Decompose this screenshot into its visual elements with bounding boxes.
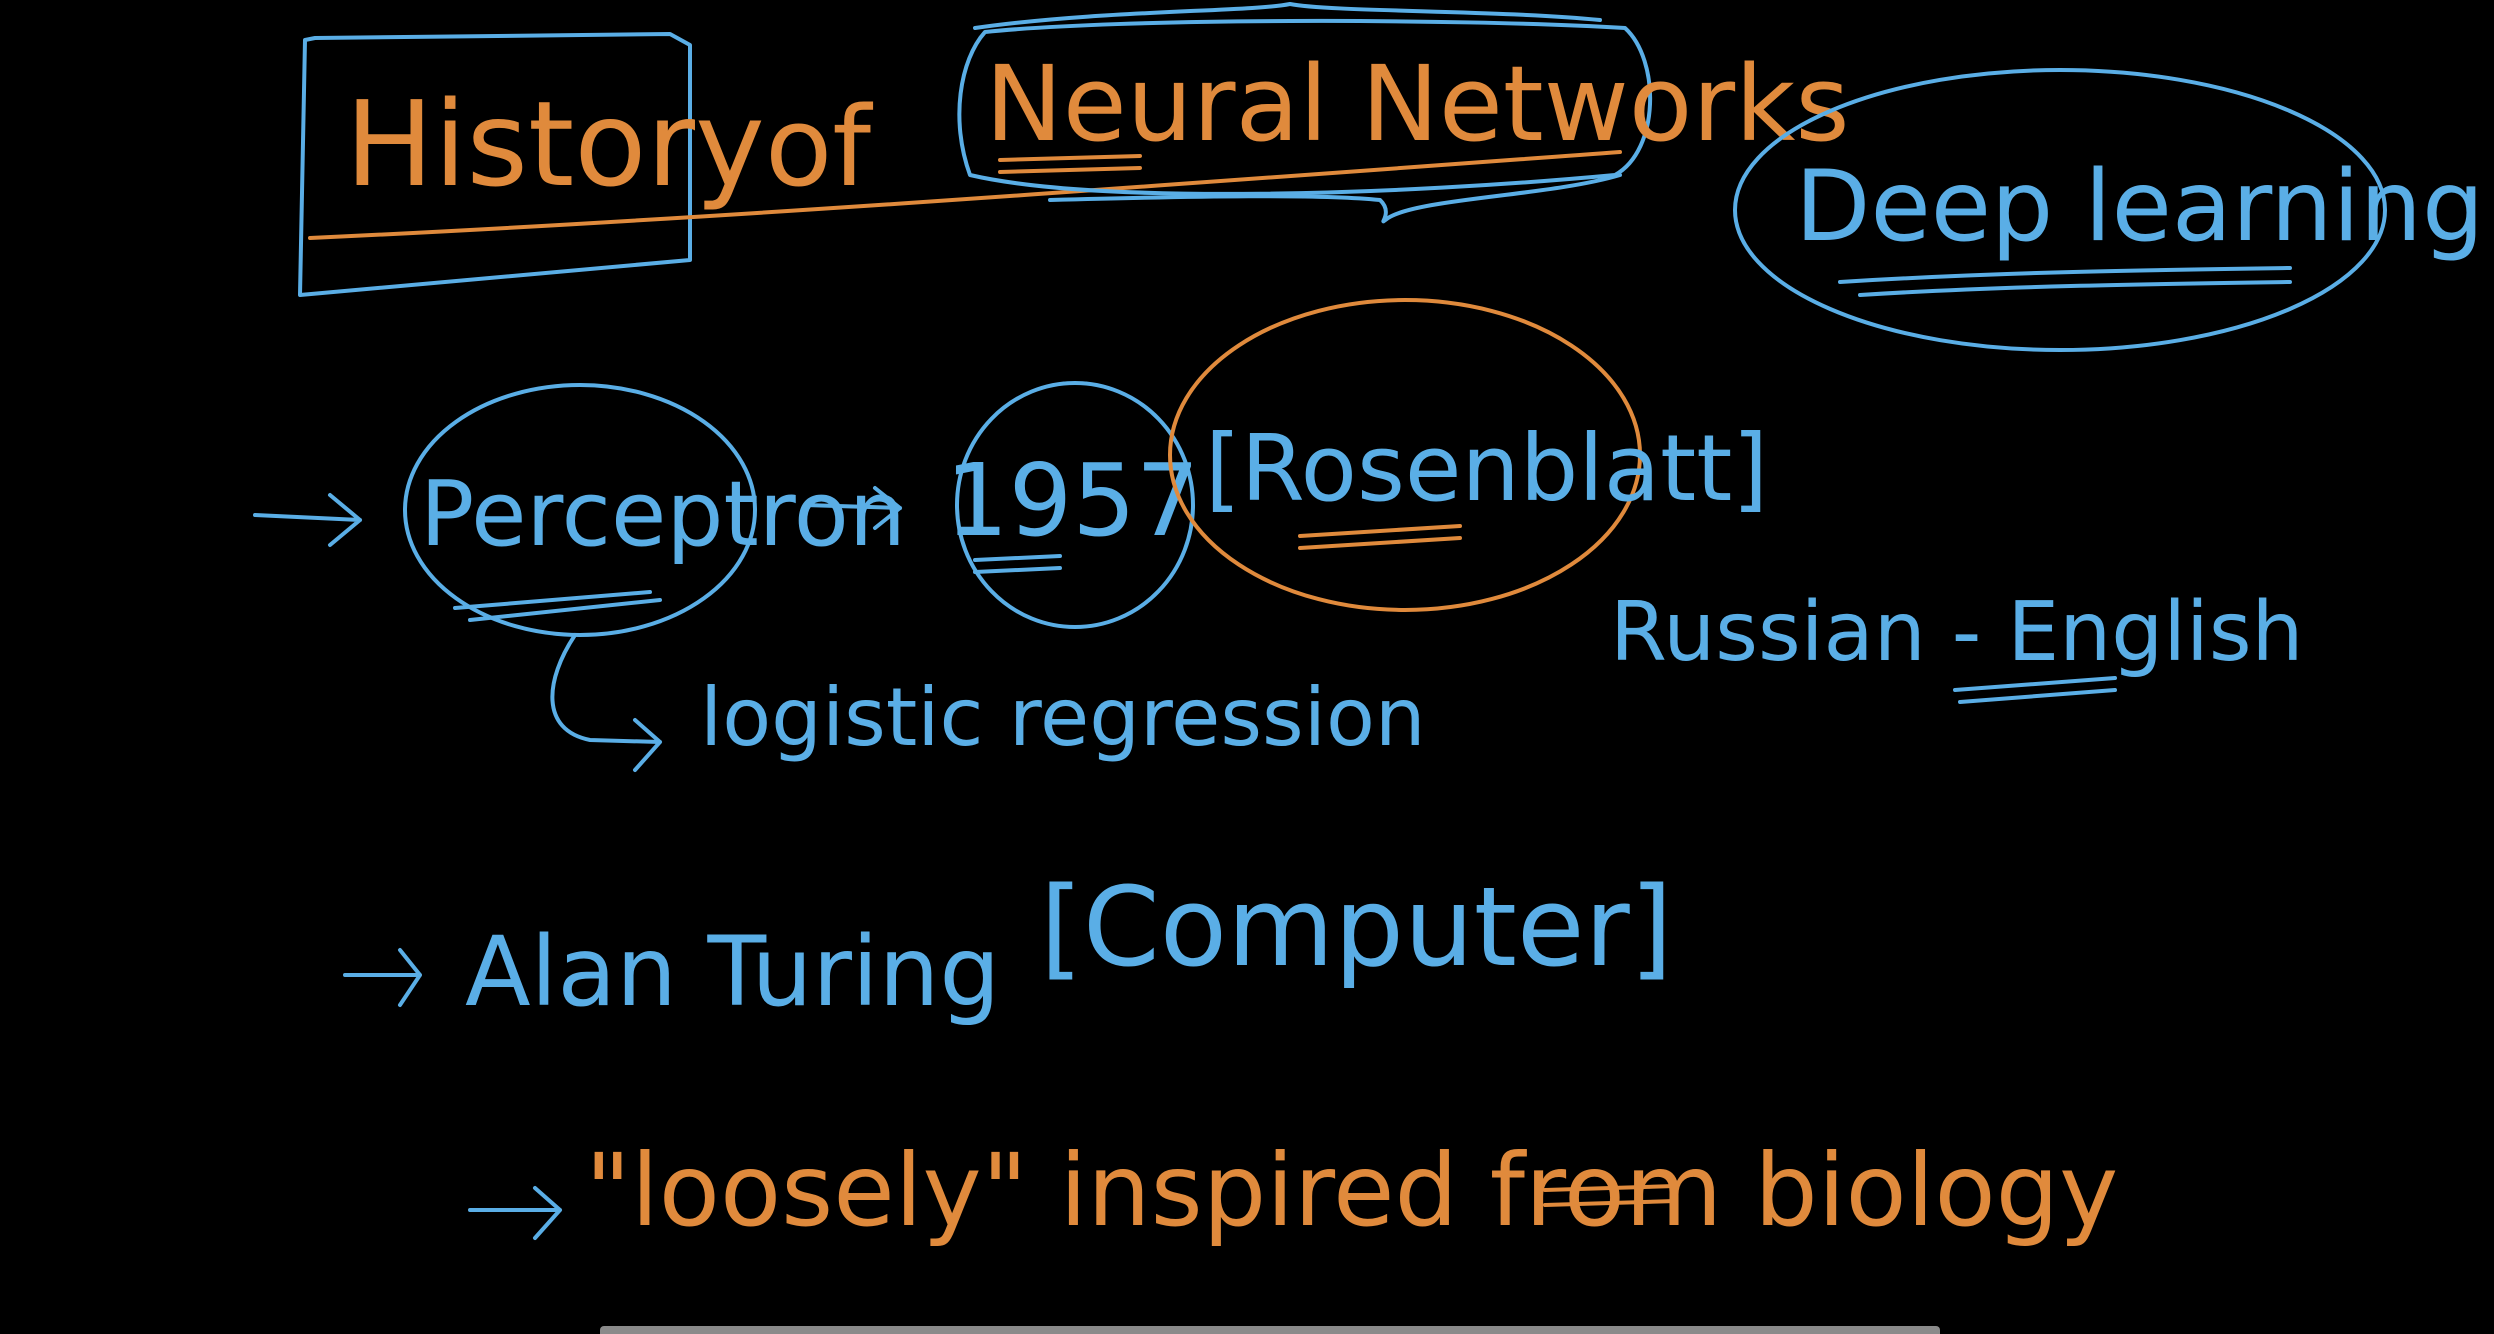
loosely-inspired-group: "loosely" inspired from biology <box>468 1132 2118 1249</box>
arrow-to-logistic-regression <box>550 633 662 772</box>
deep-learning-underline <box>1838 266 2292 297</box>
perceptron-label: Perceptron <box>420 462 906 567</box>
title-of: of <box>765 83 873 211</box>
deep-learning-label: Deep learning <box>1795 150 2484 264</box>
rosenblatt-underline <box>1298 524 1462 550</box>
perceptron-row: Perceptron 1957 [Rosenblatt] <box>253 298 1768 637</box>
alan-turing-label: Alan Turing <box>465 916 1000 1028</box>
alan-turing-group: Alan Turing <box>343 916 1000 1028</box>
rosenblatt-label: [Rosenblatt] <box>1205 415 1768 522</box>
arrow-alan-turing <box>343 948 422 1007</box>
handwritten-notes: History of Neural Networks Deep learning… <box>253 2 2484 1249</box>
year-underline <box>973 554 1062 574</box>
arrow-loosely-inspired <box>468 1186 562 1240</box>
logistic-regression-group: logistic regression <box>550 633 1426 772</box>
whiteboard-canvas: History of Neural Networks Deep learning… <box>0 0 2494 1334</box>
title-history: History <box>345 75 765 213</box>
english-underline <box>1953 676 2117 704</box>
loosely-inspired-label: "loosely" inspired from biology <box>585 1132 2118 1249</box>
computer-label: [Computer] <box>1040 863 1673 991</box>
year-label: 1957 <box>945 442 1200 559</box>
russian-english-group: Russian - English <box>1610 585 2304 704</box>
arrow-left-perceptron <box>253 493 362 547</box>
logistic-regression-label: logistic regression <box>700 671 1426 764</box>
title-neural-networks-group: Neural Networks <box>957 2 1850 224</box>
russian-english-label: Russian - English <box>1610 585 2304 680</box>
video-progress-bar[interactable] <box>600 1326 1940 1334</box>
title-neural-networks: Neural Networks <box>985 43 1850 165</box>
computer-group: [Computer] <box>1040 863 1673 991</box>
